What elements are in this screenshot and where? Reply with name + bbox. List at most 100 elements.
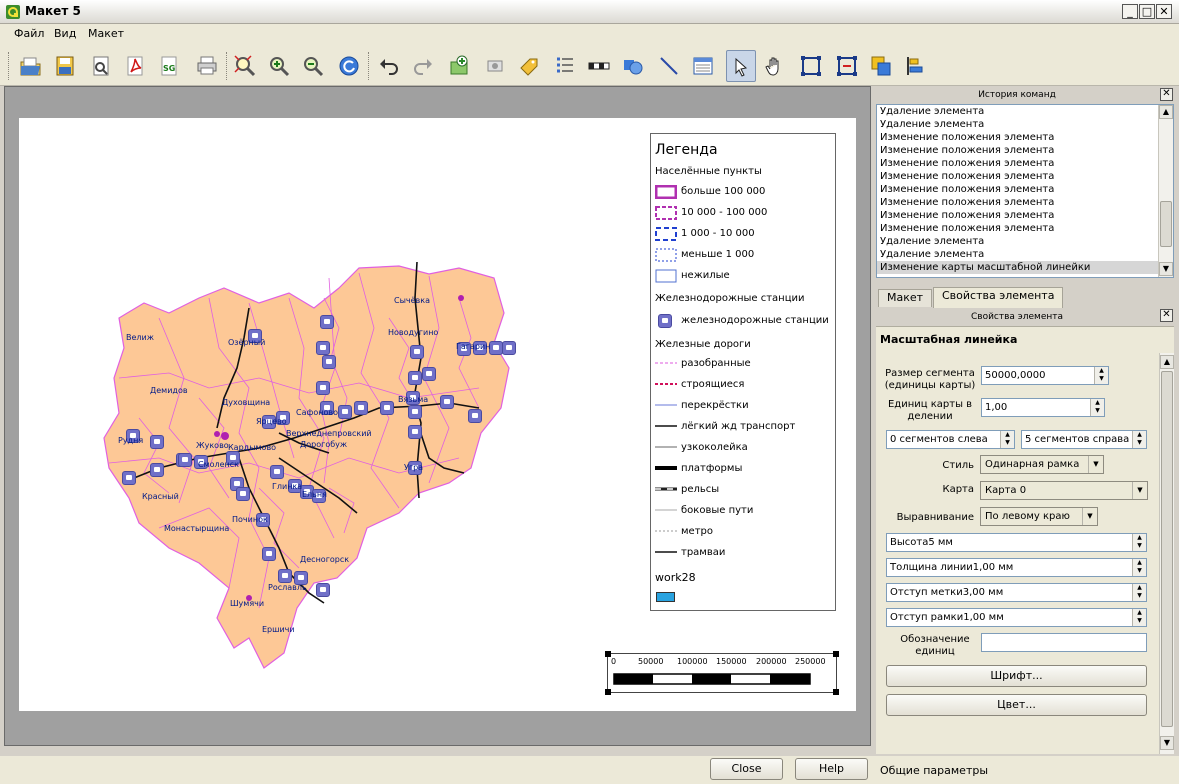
history-scrollbar[interactable]: ▲ ▼ xyxy=(1158,105,1173,277)
add-scalebar-icon[interactable] xyxy=(584,50,614,82)
segments-left-value: 0 сегментов слева xyxy=(890,434,988,445)
selection-handle[interactable] xyxy=(605,689,611,695)
selection-handle[interactable] xyxy=(833,689,839,695)
map-label: Духовщина xyxy=(222,398,271,407)
maximize-button[interactable]: □ xyxy=(1139,4,1155,19)
spin-icon[interactable]: ▲ ▼ xyxy=(1090,399,1104,416)
legend-item: трамваи xyxy=(681,547,726,558)
add-label-icon[interactable] xyxy=(514,50,544,82)
spin-icon[interactable]: ▲ ▼ xyxy=(1132,534,1146,551)
scroll-down-icon[interactable]: ▼ xyxy=(1160,736,1174,750)
tab-item-properties[interactable]: Свойства элемента xyxy=(933,287,1064,308)
history-item-selected[interactable]: Изменение карты масштабной линейки xyxy=(877,261,1173,274)
open-icon[interactable] xyxy=(16,50,46,82)
close-icon[interactable]: ✕ xyxy=(1160,88,1173,101)
paper-page[interactable]: Велиж Озёрный Демидов Духовщина Рудня Яр… xyxy=(19,118,856,711)
print-icon[interactable] xyxy=(192,50,222,82)
spin-icon[interactable]: ▲ ▼ xyxy=(1132,559,1146,576)
zoom-out-icon[interactable] xyxy=(298,50,328,82)
menu-layout[interactable]: Макет xyxy=(86,27,126,40)
height-field[interactable]: Высота5 мм ▲ ▼ xyxy=(886,533,1147,552)
refresh-icon[interactable] xyxy=(334,50,364,82)
spin-icon[interactable]: ▲ ▼ xyxy=(1132,584,1146,601)
add-shape-icon[interactable] xyxy=(618,50,648,82)
add-legend-icon[interactable] xyxy=(550,50,580,82)
save-icon[interactable] xyxy=(50,50,80,82)
zoom-in-icon[interactable] xyxy=(264,50,294,82)
legend-item: нежилые xyxy=(681,270,730,281)
redo-icon[interactable] xyxy=(408,50,438,82)
scroll-thumb[interactable] xyxy=(1161,371,1173,727)
legend-symbol xyxy=(655,446,677,448)
move-content-icon[interactable] xyxy=(760,50,790,82)
spin-icon[interactable]: ▲ ▼ xyxy=(1132,431,1146,448)
history-item[interactable]: Изменение положения элемента xyxy=(877,196,1173,209)
group-icon[interactable] xyxy=(796,50,826,82)
history-item[interactable]: Изменение положения элемента xyxy=(877,157,1173,170)
svg-icon[interactable]: SG xyxy=(154,50,184,82)
add-image-icon[interactable] xyxy=(480,50,510,82)
select-icon[interactable] xyxy=(726,50,756,82)
scroll-down-icon[interactable]: ▼ xyxy=(1159,262,1173,276)
print-preview-icon[interactable] xyxy=(86,50,116,82)
color-button[interactable]: Цвет... xyxy=(886,694,1147,716)
close-window-button[interactable]: ✕ xyxy=(1156,4,1172,19)
history-item[interactable]: Изменение положения элемента xyxy=(877,144,1173,157)
history-item[interactable]: Изменение положения элемента xyxy=(877,170,1173,183)
legend-group-railways: Железные дороги xyxy=(655,339,751,350)
add-arrow-icon[interactable] xyxy=(654,50,684,82)
history-item[interactable]: Изменение положения элемента xyxy=(877,131,1173,144)
selection-handle[interactable] xyxy=(833,651,839,657)
history-list[interactable]: Удаление элемента Удаление элемента Изме… xyxy=(876,104,1174,278)
units-label: Обозначение единиц xyxy=(900,634,970,657)
map-select[interactable]: Карта 0 ▼ xyxy=(980,481,1148,500)
history-item[interactable]: Удаление элемента xyxy=(877,105,1173,118)
font-button[interactable]: Шрифт... xyxy=(886,665,1147,687)
raise-icon[interactable] xyxy=(866,50,896,82)
spin-icon[interactable]: ▲ ▼ xyxy=(1094,367,1108,384)
segment-size-field[interactable]: 50000,0000 ▲ ▼ xyxy=(981,366,1109,385)
minimize-button[interactable]: _ xyxy=(1122,4,1138,19)
scalebar[interactable]: 0 50000 100000 150000 200000 250000 xyxy=(605,651,839,695)
units-per-segment-field[interactable]: 1,00 ▲ ▼ xyxy=(981,398,1105,417)
add-table-icon[interactable] xyxy=(688,50,718,82)
spin-icon[interactable]: ▲ ▼ xyxy=(1132,609,1146,626)
close-button[interactable]: Close xyxy=(710,758,783,780)
alignment-select[interactable]: По левому краю ▼ xyxy=(980,507,1098,526)
history-item[interactable]: Удаление элемента xyxy=(877,235,1173,248)
add-map-icon[interactable] xyxy=(444,50,474,82)
scroll-up-icon[interactable]: ▲ xyxy=(1160,355,1174,369)
selection-handle[interactable] xyxy=(605,651,611,657)
history-item[interactable]: Изменение положения элемента xyxy=(877,183,1173,196)
zoom-full-icon[interactable] xyxy=(230,50,260,82)
ungroup-icon[interactable] xyxy=(832,50,862,82)
history-item[interactable]: Удаление элемента xyxy=(877,118,1173,131)
layout-canvas[interactable]: Велиж Озёрный Демидов Духовщина Рудня Яр… xyxy=(4,86,871,746)
label-offset-field[interactable]: Отступ метки3,00 мм ▲ ▼ xyxy=(886,583,1147,602)
close-icon[interactable]: ✕ xyxy=(1160,309,1173,322)
units-input[interactable] xyxy=(981,633,1147,652)
station-icon xyxy=(316,381,330,395)
help-button[interactable]: Help xyxy=(795,758,868,780)
spin-icon[interactable]: ▲ ▼ xyxy=(1000,431,1014,448)
tab-layout[interactable]: Макет xyxy=(878,289,933,307)
style-select[interactable]: Одинарная рамка ▼ xyxy=(980,455,1104,474)
segments-left-field[interactable]: 0 сегментов слева ▲ ▼ xyxy=(886,430,1015,449)
line-width-field[interactable]: Толщина линии1,00 мм ▲ ▼ xyxy=(886,558,1147,577)
history-item[interactable]: Удаление элемента xyxy=(877,248,1173,261)
menu-view[interactable]: Вид xyxy=(52,27,78,40)
legend[interactable]: Легенда Населённые пункты больше 100 000… xyxy=(650,133,836,611)
scroll-thumb[interactable] xyxy=(1160,201,1172,247)
segments-right-field[interactable]: 5 сегментов справа ▲ ▼ xyxy=(1021,430,1147,449)
undo-icon[interactable] xyxy=(374,50,404,82)
history-item[interactable]: Изменение положения элемента xyxy=(877,209,1173,222)
map-label: Шумячи xyxy=(230,599,265,608)
menu-file[interactable]: Файл xyxy=(12,27,46,40)
scroll-up-icon[interactable]: ▲ xyxy=(1159,105,1173,119)
pdf-icon[interactable] xyxy=(120,50,150,82)
station-icon xyxy=(178,453,192,467)
history-item[interactable]: Изменение положения элемента xyxy=(877,222,1173,235)
align-icon[interactable] xyxy=(900,50,930,82)
properties-scrollbar[interactable]: ▲ ▼ xyxy=(1159,353,1174,754)
frame-offset-field[interactable]: Отступ рамки1,00 мм ▲ ▼ xyxy=(886,608,1147,627)
